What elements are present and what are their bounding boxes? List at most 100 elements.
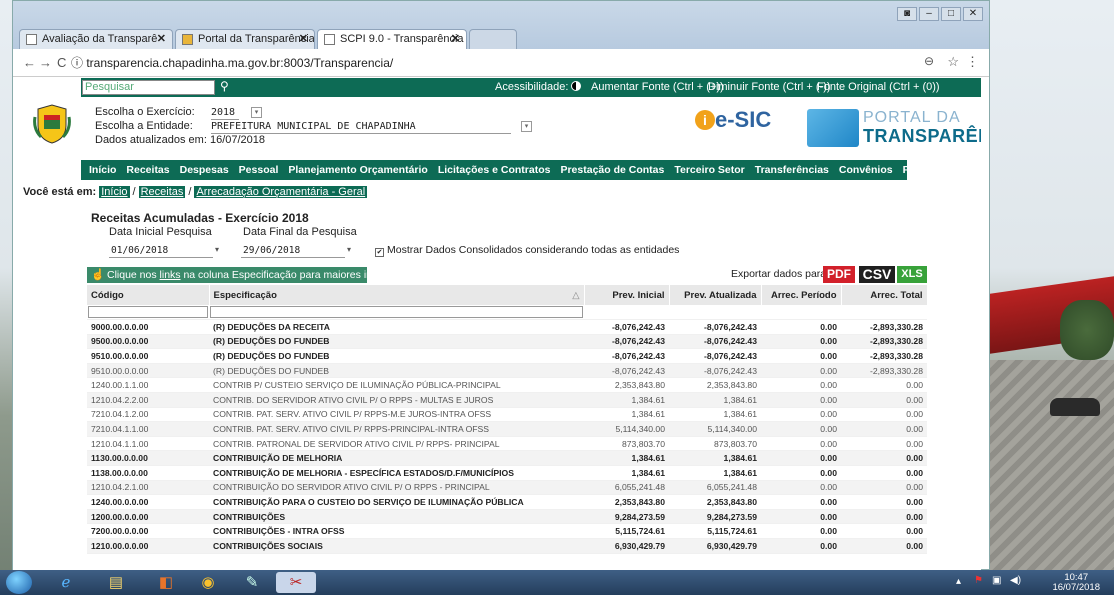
cell-especificacao[interactable]: (R) DEDUÇÕES DO FUNDEB	[209, 363, 584, 379]
table-row[interactable]: 1210.04.2.1.00 CONTRIBUIÇÃO DO SERVIDOR A…	[87, 480, 927, 496]
cell-especificacao[interactable]: (R) DEDUÇÕES DO FUNDEB	[209, 348, 584, 364]
close-icon[interactable]: ✕	[451, 30, 460, 48]
maximize-icon[interactable]: □	[941, 7, 961, 21]
cell-especificacao[interactable]: (R) DEDUÇÕES DO FUNDEB	[209, 334, 584, 350]
breadcrumb-inicio[interactable]: Início	[99, 186, 130, 198]
cell-especificacao[interactable]: CONTRIB. PAT. SERV. ATIVO CIVIL P/ RPPS-…	[209, 407, 584, 423]
cell-especificacao[interactable]: CONTRIBUIÇÕES SOCIAIS	[209, 538, 584, 554]
table-row[interactable]: 1130.00.0.0.00 CONTRIBUIÇÃO DE MELHORIA 1,…	[87, 450, 927, 466]
entidade-select[interactable]: PREFEITURA MUNICIPAL DE CHAPADINHA	[211, 120, 511, 134]
export-pdf-button[interactable]: PDF	[823, 266, 855, 283]
font-reset-link[interactable]: Fonte Original (Ctrl + (0))	[817, 81, 940, 93]
clock[interactable]: 10:47 16/07/2018	[1052, 573, 1100, 593]
forward-arrow-icon[interactable]: →	[39, 55, 52, 70]
table-row[interactable]: 1200.00.0.0.00 CONTRIBUIÇÕES 9,284,273.59 9…	[87, 509, 927, 525]
especificacao-filter-input[interactable]	[210, 306, 583, 318]
menu-item-receitas[interactable]: Receitas	[126, 164, 169, 176]
cell-especificacao[interactable]: CONTRIB P/ CUSTEIO SERVIÇO DE ILUMINAÇÃO…	[209, 377, 584, 393]
cell-especificacao[interactable]: CONTRIBUIÇÕES - INTRA OFSS	[209, 523, 584, 539]
column-header-prev-atualizada[interactable]: Prev. Atualizada	[669, 285, 762, 305]
font-increase-link[interactable]: Aumentar Fonte (Ctrl + (+))	[591, 81, 724, 93]
font-decrease-link[interactable]: Diminuir Fonte (Ctrl + (-))	[708, 81, 831, 93]
table-row[interactable]: 9500.00.0.0.00 (R) DEDUÇÕES DO FUNDEB -8,0…	[87, 334, 927, 350]
table-row[interactable]: 9510.00.0.0.00 (R) DEDUÇÕES DO FUNDEB -8,0…	[87, 363, 927, 379]
date-start-input[interactable]: 01/06/2018	[109, 244, 213, 258]
table-row[interactable]: 1138.00.0.0.00 CONTRIBUIÇÃO DE MELHORIA -…	[87, 465, 927, 481]
esic-logo[interactable]: i e-SIC	[695, 107, 771, 133]
menu-item-planejamento[interactable]: Planejamento Orçamentário	[288, 164, 427, 176]
cell-especificacao[interactable]: CONTRIBUIÇÕES	[209, 509, 584, 525]
table-row[interactable]: 9000.00.0.0.00 (R) DEDUÇÕES DA RECEITA -8,…	[87, 319, 927, 335]
menu-item-licitacoes[interactable]: Licitações e Contratos	[438, 164, 551, 176]
column-header-prev-inicial[interactable]: Prev. Inicial	[584, 285, 670, 305]
close-icon[interactable]: ✕	[299, 30, 308, 48]
codigo-filter-input[interactable]	[88, 306, 208, 318]
menu-item-despesas[interactable]: Despesas	[180, 164, 229, 176]
chevron-down-icon[interactable]: ▾	[521, 121, 532, 132]
date-end-input[interactable]: 29/06/2018	[241, 244, 345, 258]
menu-item-prestacao[interactable]: Prestação de Contas	[560, 164, 664, 176]
portal-logo[interactable]: PORTAL DA TRANSPARÊNCIA	[863, 109, 981, 145]
cell-especificacao[interactable]: CONTRIBUIÇÃO DE MELHORIA	[209, 450, 584, 466]
chevron-down-icon[interactable]: ▾	[215, 245, 219, 254]
minimize-icon[interactable]: –	[919, 7, 939, 21]
table-row[interactable]: 7200.00.0.0.00 CONTRIBUIÇÕES - INTRA OFSS…	[87, 523, 927, 539]
info-link[interactable]: links	[160, 269, 181, 281]
ie-icon[interactable]: ℯ	[46, 572, 86, 593]
reload-icon[interactable]: C	[57, 55, 66, 70]
sort-triangle-icon[interactable]: △	[572, 290, 579, 301]
breadcrumb-arrecadacao[interactable]: Arrecadação Orçamentária - Geral	[194, 186, 368, 198]
tray-arrow-icon[interactable]: ▴	[956, 576, 961, 587]
cell-especificacao[interactable]: CONTRIBUIÇÃO PARA O CUSTEIO DO SERVIÇO D…	[209, 494, 584, 510]
close-icon[interactable]: ✕	[157, 30, 166, 48]
cell-especificacao[interactable]: CONTRIBUIÇÃO DO SERVIDOR ATIVO CIVIL P/ …	[209, 480, 584, 496]
menu-item-inicio[interactable]: Início	[89, 164, 116, 176]
menu-item-pessoal[interactable]: Pessoal	[239, 164, 279, 176]
column-header-arrec-periodo[interactable]: Arrec. Período	[761, 285, 842, 305]
cell-especificacao[interactable]: CONTRIB. PATRONAL DE SERVIDOR ATIVO CIVI…	[209, 436, 584, 452]
table-row[interactable]: 1240.00.0.0.00 CONTRIBUIÇÃO PARA O CUSTEI…	[87, 494, 927, 510]
cell-especificacao[interactable]: CONTRIBUIÇÃO DE MELHORIA - ESPECÍFICA ES…	[209, 465, 584, 481]
column-header-especificacao[interactable]: Especificação △	[209, 285, 585, 305]
cell-especificacao[interactable]: CONTRIB. PAT. SERV. ATIVO CIVIL P/ RPPS-…	[209, 421, 584, 437]
search-input[interactable]: Pesquisar	[82, 80, 215, 95]
table-row[interactable]: 7210.04.1.1.00 CONTRIB. PAT. SERV. ATIVO …	[87, 421, 927, 437]
menu-item-patrimonio[interactable]: Patrimônio	[903, 164, 958, 176]
breadcrumb-receitas[interactable]: Receitas	[138, 186, 186, 198]
new-tab-button[interactable]	[469, 29, 517, 49]
column-header-arrec-total[interactable]: Arrec. Total	[841, 285, 928, 305]
table-row[interactable]: 1210.04.1.1.00 CONTRIB. PATRONAL DE SERVI…	[87, 436, 927, 452]
menu-kebab-icon[interactable]: ⋮	[966, 54, 979, 70]
volume-icon[interactable]: ◀)	[1010, 575, 1021, 586]
chevron-down-icon[interactable]: ▾	[251, 107, 262, 118]
cell-especificacao[interactable]: (R) DEDUÇÕES DA RECEITA	[209, 319, 584, 335]
menu-item-convenios[interactable]: Convênios	[839, 164, 893, 176]
back-arrow-icon[interactable]: ←	[23, 55, 36, 70]
checkbox-check-icon[interactable]: ✔	[375, 248, 384, 257]
chevron-down-icon[interactable]: ▾	[347, 245, 351, 254]
column-header-codigo[interactable]: Código	[87, 285, 210, 305]
contrast-icon[interactable]	[571, 81, 582, 91]
table-row[interactable]: 1240.00.1.1.00 CONTRIB P/ CUSTEIO SERVIÇO…	[87, 377, 927, 393]
outlook-icon[interactable]: ◧	[146, 572, 186, 593]
flag-icon[interactable]: ⚑	[974, 575, 983, 586]
zoom-icon[interactable]: ⊖	[924, 54, 934, 68]
tab-1[interactable]: Avaliação da Transparê ✕	[19, 29, 173, 49]
table-row[interactable]: 9510.00.0.0.00 (R) DEDUÇÕES DO FUNDEB -8,0…	[87, 348, 927, 364]
chrome-icon[interactable]: ◉	[188, 572, 228, 593]
export-xls-button[interactable]: XLS	[897, 266, 927, 283]
user-icon[interactable]: ◙	[897, 7, 917, 21]
snipping-tool-icon[interactable]: ✂	[276, 572, 316, 593]
cell-especificacao[interactable]: CONTRIB. DO SERVIDOR ATIVO CIVIL P/ O RP…	[209, 392, 584, 408]
network-icon[interactable]: ▣	[992, 575, 1001, 586]
explorer-folder-icon[interactable]: ▤	[96, 572, 136, 593]
consolidated-checkbox[interactable]: ✔ Mostrar Dados Consolidados considerando…	[375, 244, 679, 257]
table-row[interactable]: 1210.00.0.0.00 CONTRIBUIÇÕES SOCIAIS 6,930…	[87, 538, 927, 554]
table-row[interactable]: 1210.04.2.2.00 CONTRIB. DO SERVIDOR ATIVO…	[87, 392, 927, 408]
tab-2[interactable]: Portal da Transparência ✕	[175, 29, 315, 49]
menu-item-terceiro-setor[interactable]: Terceiro Setor	[674, 164, 744, 176]
close-window-icon[interactable]: ✕	[963, 7, 983, 21]
export-csv-button[interactable]: CSV	[859, 266, 895, 283]
tab-3-active[interactable]: SCPI 9.0 - Transparência ✕	[317, 29, 467, 50]
search-icon[interactable]: ⚲	[220, 79, 229, 93]
